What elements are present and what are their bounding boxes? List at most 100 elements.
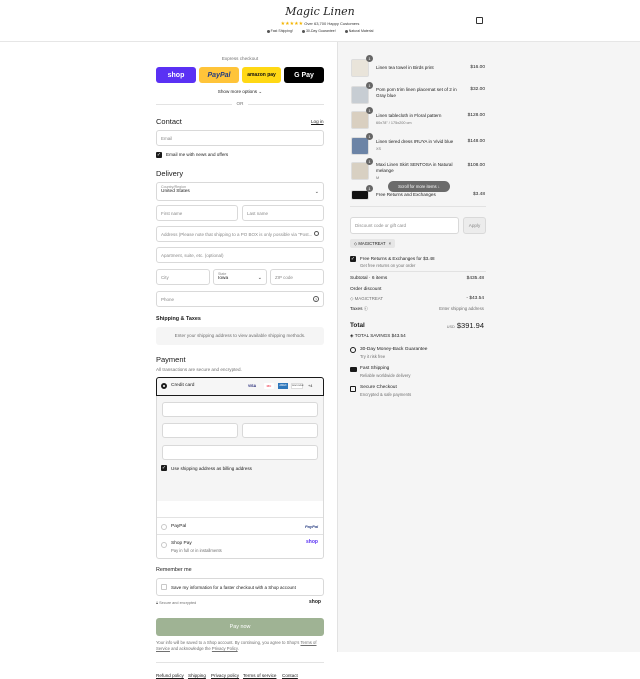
qty-badge: 1 <box>366 55 373 62</box>
cart-bag-icon[interactable] <box>476 17 483 24</box>
shipping-heading: Shipping & Taxes <box>156 316 201 322</box>
product-thumbnail <box>351 59 369 77</box>
product-thumbnail <box>351 111 369 129</box>
last-name-input[interactable]: Last name <box>242 205 324 221</box>
shop-pay-label: Shop Pay <box>171 541 192 546</box>
order-summary: 1 Linen tea towel in Birds print $16.00 … <box>337 42 640 652</box>
qty-badge: 1 <box>366 107 373 114</box>
close-icon[interactable]: × <box>389 241 391 246</box>
footer-privacy-link[interactable]: Privacy policy <box>211 673 239 678</box>
news-checkbox[interactable]: ✓ <box>156 152 162 158</box>
free-returns-sub: Get free returns on your order <box>360 263 416 268</box>
card-expiry-input[interactable] <box>162 423 238 438</box>
lock-icon: 🔒︎ <box>156 601 159 605</box>
search-icon <box>314 231 319 236</box>
qty-badge: 1 <box>366 158 373 165</box>
order-discount-label: Order discount <box>350 287 382 292</box>
secure-note: 🔒︎ Secure and encrypted <box>156 601 197 605</box>
perks-row: Fast Shipping! 30-Day Guarantee! Natural… <box>0 29 640 33</box>
phone-input[interactable]: Phone ? <box>156 291 324 307</box>
perk-item: Fast Shipping! <box>266 29 293 33</box>
info-icon[interactable]: ⓘ <box>364 306 368 311</box>
billing-checkbox[interactable]: ✓ <box>161 465 167 471</box>
login-link[interactable]: Log in <box>311 119 324 124</box>
footer-shipping-link[interactable]: Shipping <box>188 673 206 678</box>
total-savings: ◈ TOTAL SAVINGS $43.54 <box>350 333 406 338</box>
zip-input[interactable]: ZIP code <box>270 269 324 285</box>
free-returns-checkbox[interactable]: ✓ <box>350 256 356 262</box>
checkout-form: Express checkout shop PayPal amazon pay … <box>0 42 337 678</box>
item-price: $32.00 <box>470 87 485 92</box>
first-name-input[interactable]: First name <box>156 205 238 221</box>
paypal-button[interactable]: PayPal <box>199 67 239 83</box>
privacy-link[interactable]: Privacy Policy <box>212 646 238 651</box>
rating-row: ★★★★★ Over 63,700 Happy Customers <box>0 21 640 27</box>
taxes-label: Taxes ⓘ <box>350 306 368 312</box>
address-input[interactable]: Address (Please note that shipping to a … <box>156 226 324 242</box>
card-cvv-input[interactable] <box>242 423 318 438</box>
payment-heading: Payment <box>156 355 186 364</box>
credit-card-radio[interactable] <box>161 383 167 389</box>
discount-code-input[interactable]: Discount code or gift card <box>350 217 459 234</box>
discover-icon: DISCOVER <box>291 383 304 389</box>
perk-icon <box>344 29 348 33</box>
product-thumbnail <box>351 162 369 180</box>
shop-pay-logo: shop <box>306 539 318 545</box>
delivery-heading: Delivery <box>156 169 184 178</box>
product-thumbnail <box>351 86 369 104</box>
payment-divider <box>157 534 323 535</box>
chevron-down-icon: ⌄ <box>314 189 319 195</box>
city-input[interactable]: City <box>156 269 210 285</box>
card-number-input[interactable] <box>162 402 318 417</box>
footer-refund-link[interactable]: Refund policy <box>156 673 184 678</box>
country-select[interactable]: Country/Region United States ⌄ <box>156 182 324 201</box>
footer-divider <box>156 662 324 663</box>
show-more-options-link[interactable]: Show more options ⌄ <box>156 89 324 95</box>
footer-contact-link[interactable]: Contact <box>282 673 298 678</box>
product-thumbnail <box>351 137 369 155</box>
google-pay-button[interactable]: G Pay <box>284 67 324 83</box>
apartment-input[interactable]: Apartment, suite, etc. (optional) <box>156 247 324 263</box>
perk-icon <box>301 29 305 33</box>
chevron-down-icon: ⌄ <box>257 275 262 281</box>
remember-checkbox[interactable] <box>161 584 167 590</box>
news-label: Email me with news and offers <box>166 152 229 157</box>
amazon-pay-button[interactable]: amazon pay <box>242 67 281 83</box>
qty-badge: 1 <box>366 82 373 89</box>
item-variant: 60x78" / 175x200 cm <box>376 121 412 125</box>
footer-terms-link[interactable]: Terms of service <box>243 673 276 678</box>
paypal-radio[interactable] <box>161 524 167 530</box>
tag-icon: ◇ <box>354 241 358 246</box>
site-header: Magic Linen ★★★★★ Over 63,700 Happy Cust… <box>0 0 640 42</box>
card-name-input[interactable] <box>162 445 318 460</box>
qty-badge: 1 <box>366 133 373 140</box>
lock-icon <box>350 386 356 392</box>
item-price: $3.48 <box>472 192 485 197</box>
total-value: USD $391.94 <box>446 321 484 330</box>
payment-subtitle: All transactions are secure and encrypte… <box>156 367 242 372</box>
contact-heading: Contact <box>156 117 182 126</box>
brand-logo[interactable]: Magic Linen <box>0 5 640 18</box>
shop-pay-radio[interactable] <box>161 542 167 548</box>
scroll-for-more-tooltip[interactable]: Scroll for more items ↓ <box>388 181 450 192</box>
remember-heading: Remember me <box>156 567 192 573</box>
benefit-title: Fast Shipping <box>360 366 390 371</box>
items-divider <box>350 206 486 207</box>
discount-code-label: ◇ MAGICTREAT <box>350 296 384 301</box>
state-select[interactable]: State Iowa ⌄ <box>213 269 267 285</box>
benefit-title: Secure Checkout <box>360 385 397 390</box>
arrow-down-icon: ↓ <box>437 184 440 189</box>
apply-button[interactable]: Apply <box>463 217 486 234</box>
shop-pay-button[interactable]: shop <box>156 67 196 83</box>
item-price: $128.00 <box>467 113 485 118</box>
paypal-label: PayPal <box>171 524 187 529</box>
tag-icon: ◇ <box>350 296 354 301</box>
rating-stars: ★★★★★ <box>280 21 304 27</box>
pay-now-button[interactable]: Pay now <box>156 618 324 636</box>
shop-logo: shop <box>309 599 321 605</box>
item-variant: XS <box>376 147 382 151</box>
help-icon[interactable]: ? <box>313 296 319 302</box>
totals-divider <box>350 271 486 272</box>
email-input[interactable]: Email <box>156 130 324 146</box>
product-thumbnail <box>351 190 369 200</box>
